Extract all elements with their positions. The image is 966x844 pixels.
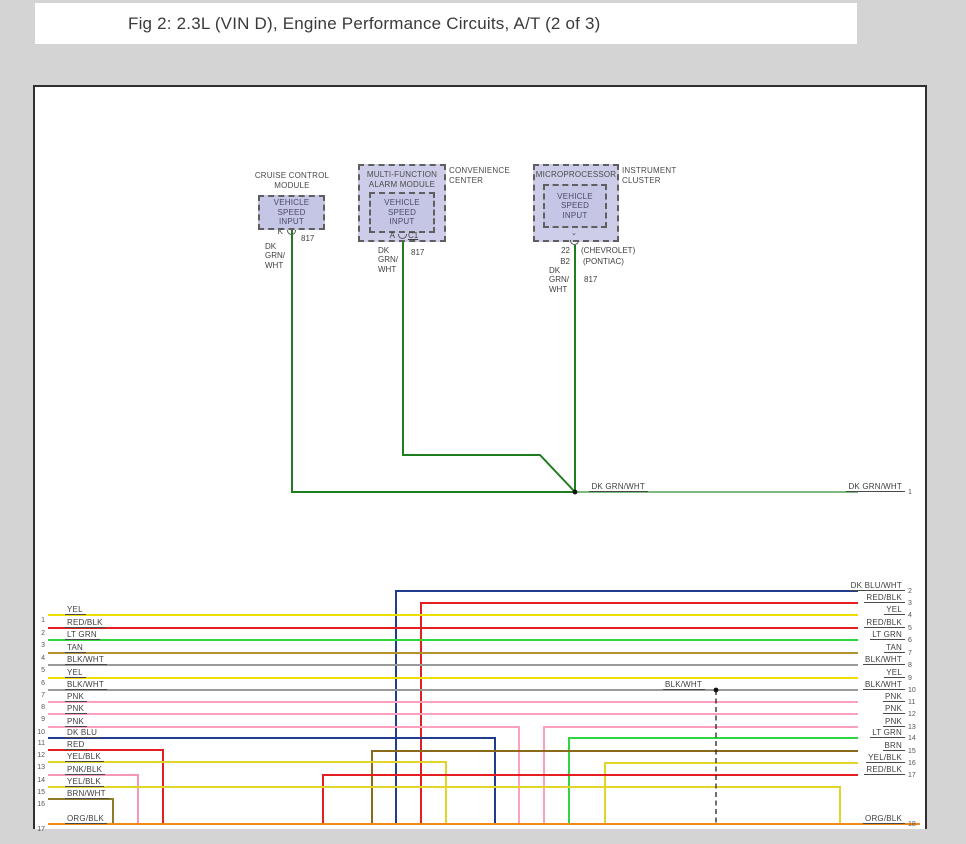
wire-color-line: GRN/	[378, 255, 398, 264]
cruise-control-module-title: CRUISE CONTROL MODULE	[247, 171, 337, 190]
mfa-connector-id: C1	[408, 231, 418, 240]
box-label-line: INPUT	[390, 217, 415, 227]
cluster-vehicle-speed-input-box: VEHICLE SPEED INPUT	[543, 184, 607, 228]
wire-color-line: WHT	[378, 265, 398, 274]
figure-title: Fig 2: 2.3L (VIN D), Engine Performance …	[128, 3, 601, 44]
figure-page: Fig 2: 2.3L (VIN D), Engine Performance …	[0, 0, 966, 844]
wire-color-line: DK	[549, 266, 569, 275]
box-label-line: SPEED	[388, 208, 416, 218]
convenience-center-label: CONVENIENCE CENTER	[449, 166, 510, 185]
wire-color-line: WHT	[265, 261, 285, 270]
cluster-wire-color-label: DK GRN/ WHT	[549, 266, 569, 294]
box-label-line: SPEED	[561, 201, 589, 211]
microprocessor-title: MICROPROCESSOR	[535, 166, 617, 180]
module-title-line: MODULE	[247, 181, 337, 191]
side-label-line: CONVENIENCE	[449, 166, 510, 176]
cruise-pin-label: K	[270, 227, 283, 236]
wire-color-line: WHT	[549, 285, 569, 294]
box-label-line: INPUT	[279, 217, 304, 227]
instrument-cluster-label: INSTRUMENT CLUSTER	[622, 166, 676, 185]
box-label-line: VEHICLE	[274, 198, 310, 208]
cruise-circuit-number: 817	[301, 234, 314, 243]
diagram-panel	[33, 85, 927, 829]
cluster-circuit-number: 817	[584, 275, 597, 284]
wire-color-line: DK	[265, 242, 285, 251]
side-label-line: CENTER	[449, 176, 510, 186]
side-label-line: INSTRUMENT	[622, 166, 676, 176]
box-label-line: SPEED	[277, 208, 305, 218]
cluster-pin-pontiac: B2	[548, 257, 570, 266]
mfa-circuit-number: 817	[411, 248, 424, 257]
module-title-line: CRUISE CONTROL	[247, 171, 337, 181]
box-label-line: VEHICLE	[384, 198, 420, 208]
mfa-vehicle-speed-input-box: VEHICLE SPEED INPUT	[369, 192, 435, 233]
cluster-pin-pontiac-note: (PONTIAC)	[583, 257, 624, 266]
mfa-wire-color-label: DK GRN/ WHT	[378, 246, 398, 274]
side-label-line: CLUSTER	[622, 176, 676, 186]
wire-color-line: GRN/	[265, 251, 285, 260]
figure-title-bar: Fig 2: 2.3L (VIN D), Engine Performance …	[35, 3, 857, 44]
cluster-pin-chevrolet-note: (CHEVROLET)	[581, 246, 635, 255]
box-label-line: VEHICLE	[557, 192, 593, 202]
wire-color-line: DK	[378, 246, 398, 255]
box-label-line: INPUT	[563, 211, 588, 221]
module-title-line: ALARM MODULE	[360, 180, 444, 190]
mfa-module-title: MULTI-FUNCTION ALARM MODULE	[360, 166, 444, 189]
module-title-line: MICROPROCESSOR	[535, 170, 617, 180]
cruise-vehicle-speed-input-box: VEHICLE SPEED INPUT	[258, 195, 325, 230]
mfa-pin-label: A	[383, 231, 395, 240]
module-title-line: MULTI-FUNCTION	[360, 170, 444, 180]
cruise-wire-color-label: DK GRN/ WHT	[265, 242, 285, 270]
cluster-pin-chevrolet: 22	[548, 246, 570, 255]
arrow-down-icon: ⌄	[571, 230, 577, 237]
wire-color-line: GRN/	[549, 275, 569, 284]
